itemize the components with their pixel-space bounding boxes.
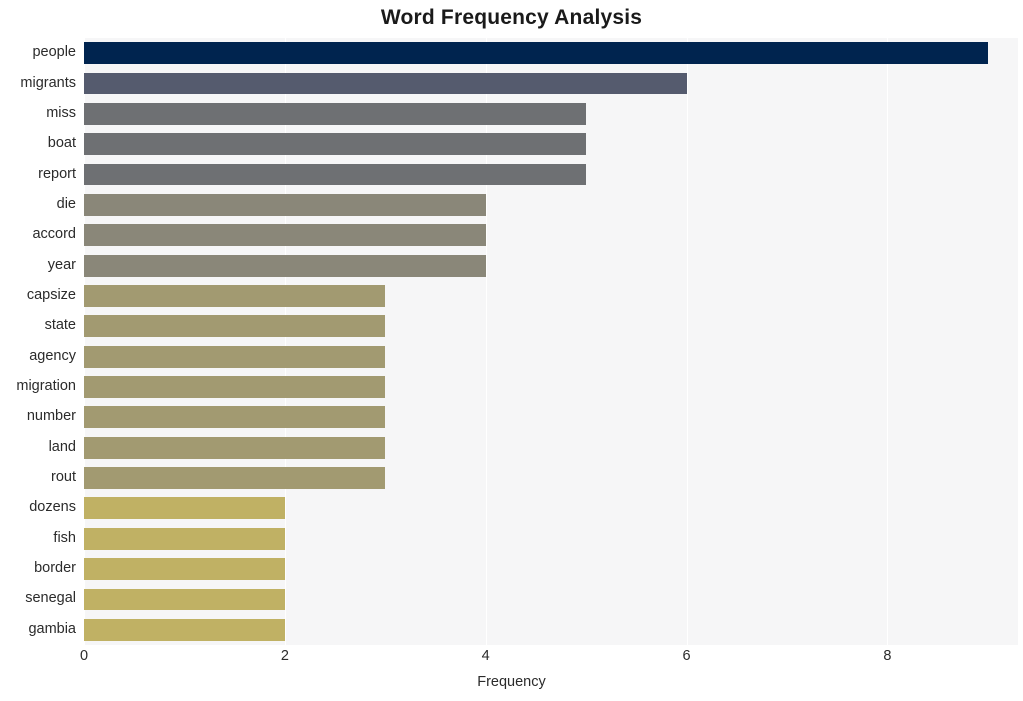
word-frequency-chart-figure: Word Frequency Analysis people migrants mi… (0, 0, 1023, 701)
bar-border (84, 558, 285, 581)
x-axis-tick-labels: 0 2 4 6 8 (0, 648, 1023, 670)
bar-row (84, 285, 1018, 307)
bar-die (84, 193, 486, 216)
bars-layer (84, 38, 1018, 645)
bar-capsize (84, 285, 386, 307)
bar-row (84, 224, 1018, 247)
x-tick-label-8: 8 (883, 648, 892, 664)
x-tick-label-6: 6 (682, 648, 691, 664)
bar-fish (84, 527, 285, 550)
bar-row (84, 163, 1018, 186)
y-tick-label-die: die (56, 195, 76, 212)
bar-row (84, 618, 1018, 641)
bar-row (84, 376, 1018, 398)
y-tick-label-state: state (44, 317, 76, 334)
bar-row (84, 193, 1018, 216)
bar-row (84, 254, 1018, 277)
y-tick-label-number: number (26, 408, 76, 425)
bar-row (84, 527, 1018, 550)
y-tick-label-dozens: dozens (29, 499, 76, 516)
bar-miss (84, 102, 587, 125)
bar-state (84, 315, 386, 338)
bar-land (84, 436, 386, 459)
y-tick-label-year: year (47, 256, 76, 273)
bar-dozens (84, 497, 285, 520)
y-tick-label-report: report (38, 165, 76, 182)
y-tick-label-boat: boat (47, 135, 76, 152)
bar-report (84, 163, 587, 186)
y-tick-label-people: people (32, 44, 76, 61)
bar-row (84, 42, 1018, 65)
y-tick-label-migrants: migrants (20, 74, 76, 91)
y-tick-label-rout: rout (51, 469, 76, 486)
y-tick-label-land: land (48, 438, 76, 455)
y-tick-label-gambia: gambia (28, 620, 76, 637)
x-tick-label-2: 2 (280, 648, 289, 664)
y-tick-label-miss: miss (46, 104, 76, 121)
bar-row (84, 558, 1018, 581)
bar-row (84, 315, 1018, 338)
bar-senegal (84, 588, 285, 611)
chart-title: Word Frequency Analysis (380, 6, 643, 29)
plot-area (84, 38, 1018, 645)
y-tick-label-senegal: senegal (25, 590, 76, 607)
bar-row (84, 345, 1018, 368)
y-tick-label-fish: fish (53, 529, 76, 546)
bar-row (84, 588, 1018, 611)
bar-year (84, 254, 486, 277)
bar-accord (84, 224, 486, 247)
bar-people (84, 42, 988, 65)
y-tick-label-migration: migration (16, 378, 76, 395)
bar-gambia (84, 618, 285, 641)
x-tick-label-4: 4 (481, 648, 490, 664)
bar-row (84, 133, 1018, 156)
bar-number (84, 406, 386, 429)
bar-migration (84, 376, 386, 398)
bar-row (84, 467, 1018, 489)
bar-row (84, 497, 1018, 520)
y-tick-label-capsize: capsize (26, 286, 76, 303)
bar-migrants (84, 72, 687, 95)
bar-boat (84, 133, 587, 156)
bar-agency (84, 345, 386, 368)
bar-row (84, 72, 1018, 95)
bar-row (84, 406, 1018, 429)
y-tick-label-border: border (34, 560, 76, 577)
y-tick-label-accord: accord (32, 226, 76, 243)
y-tick-label-agency: agency (29, 347, 76, 364)
bar-row (84, 436, 1018, 459)
x-axis-title: Frequency (477, 674, 546, 690)
x-tick-label-0: 0 (79, 648, 89, 664)
bar-row (84, 102, 1018, 125)
y-axis-tick-labels: people migrants miss boat report die accord yea… (0, 38, 76, 645)
bar-rout (84, 467, 386, 489)
